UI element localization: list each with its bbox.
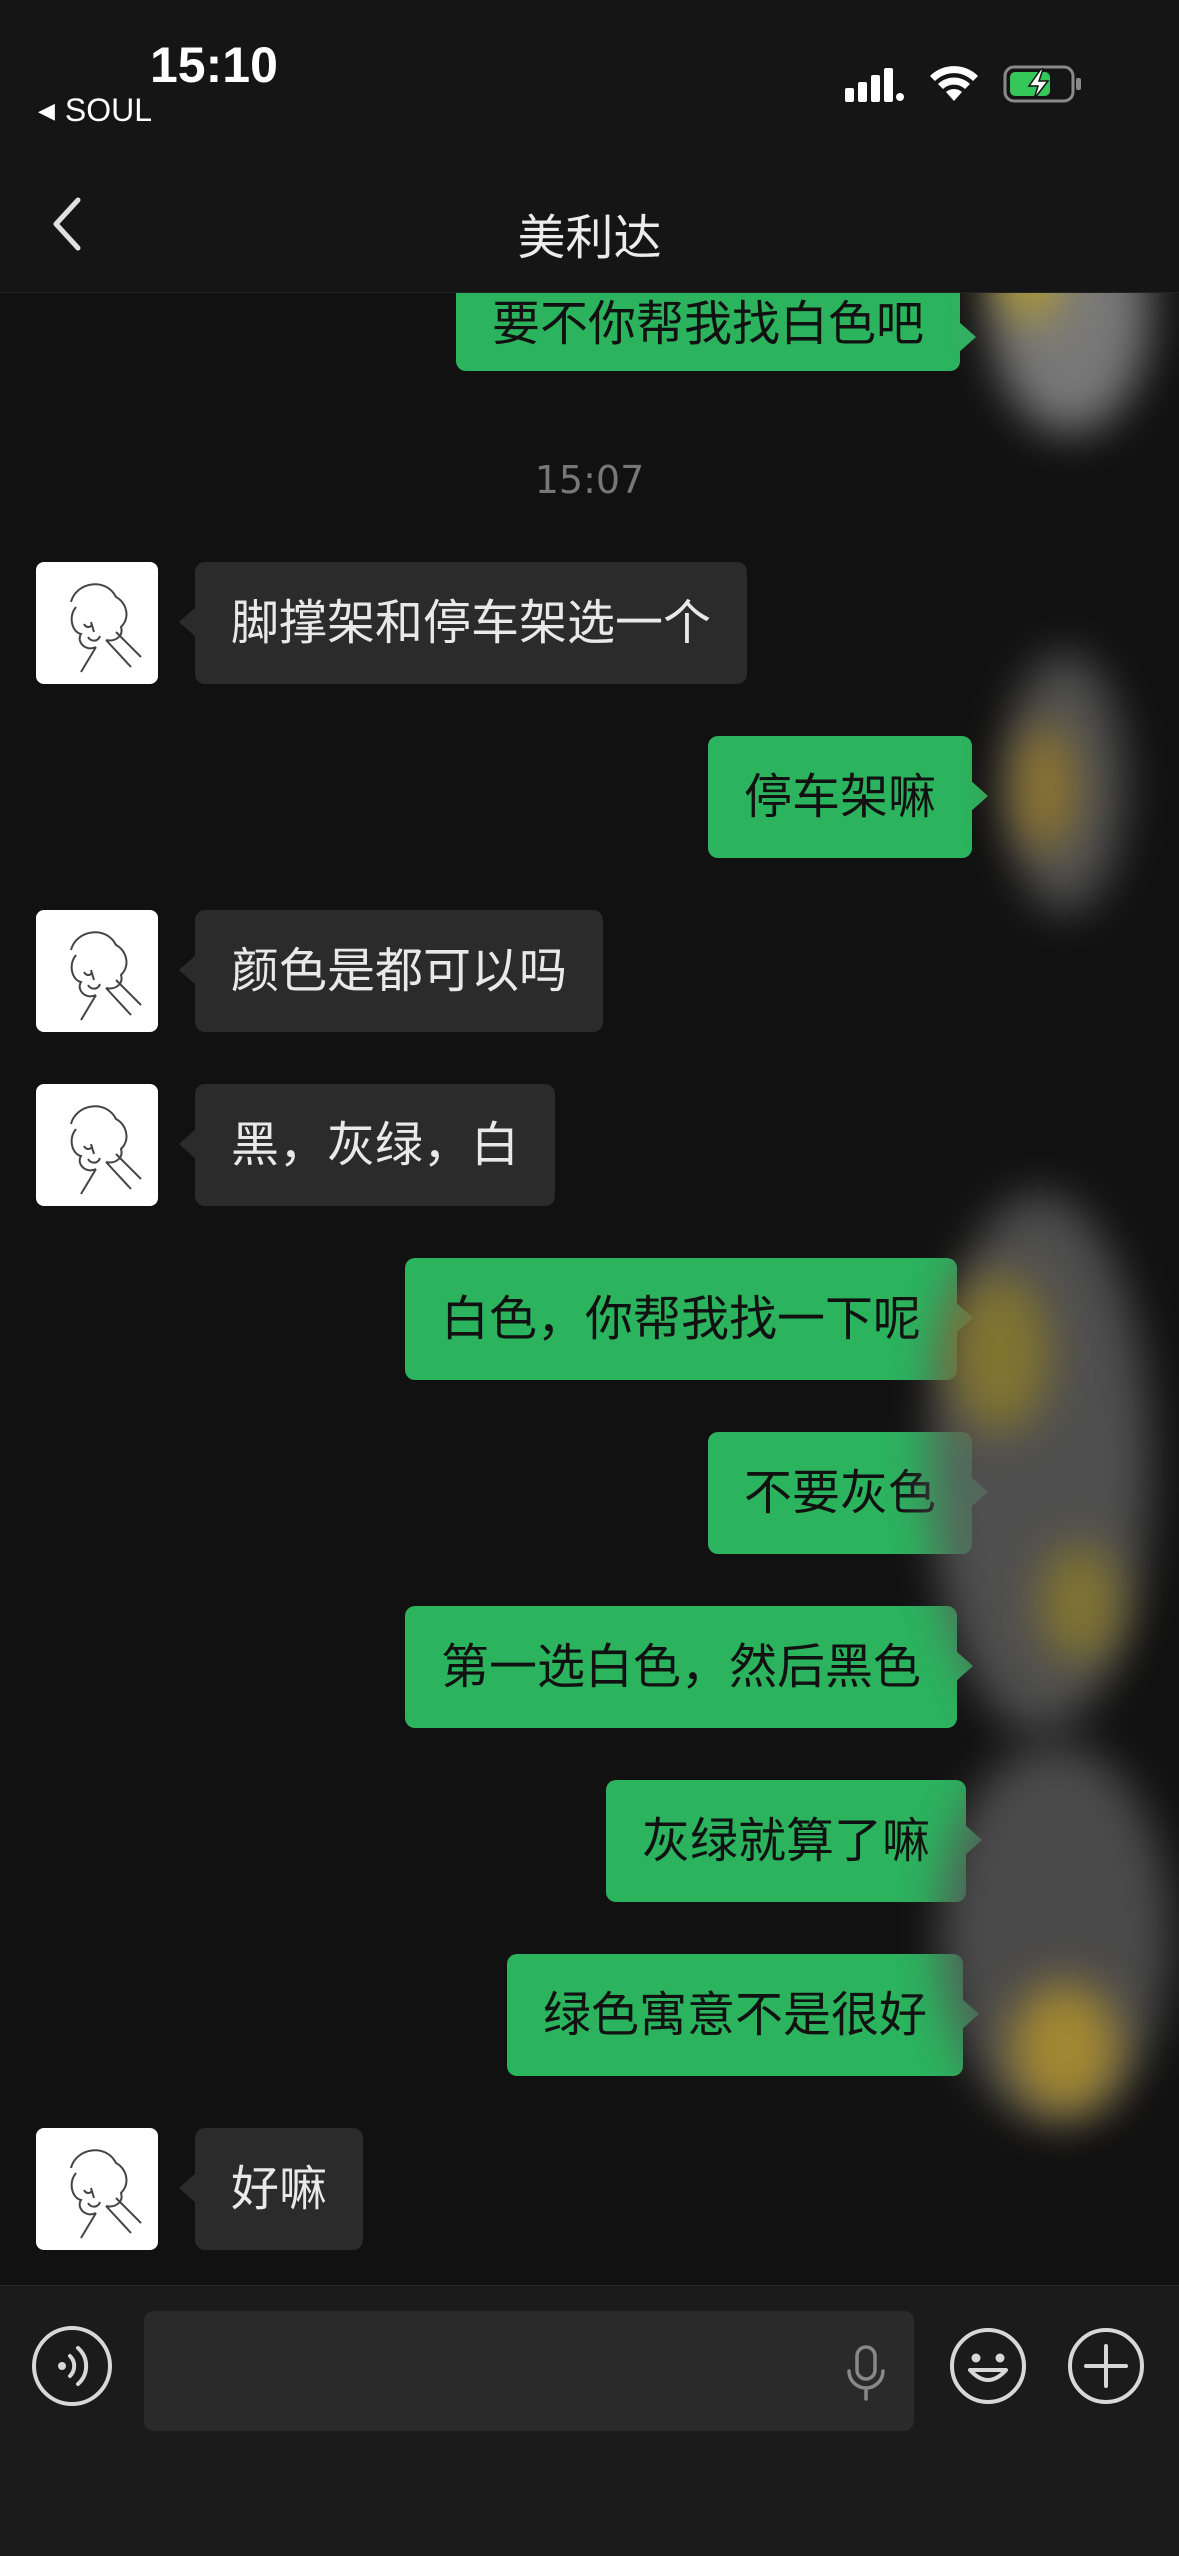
chat-title: 美利达	[517, 210, 662, 266]
contact-avatar[interactable]	[36, 562, 158, 684]
navigation-bar: 美利达	[0, 150, 1179, 293]
message-bubble-incoming[interactable]: 黑，灰绿，白	[178, 1084, 556, 1206]
contact-avatar[interactable]	[36, 910, 158, 1032]
message-bubble-incoming[interactable]: 好嘛	[178, 2128, 364, 2250]
voice-mode-icon	[58, 2346, 89, 2386]
message-bubble-outgoing[interactable]: 要不你帮我找白色吧	[456, 293, 977, 371]
sketch-avatar-image	[70, 583, 142, 673]
sketch-avatar-image	[70, 2149, 142, 2239]
back-to-app-label: SOUL	[64, 92, 153, 128]
status-time: 15:10	[150, 37, 278, 93]
message-bubble-outgoing[interactable]: 绿色寓意不是很好	[507, 1954, 980, 2076]
more-options-button[interactable]	[1066, 2326, 1146, 2406]
message-timestamp: 15:07	[534, 458, 645, 502]
microphone-icon[interactable]	[844, 2343, 888, 2403]
redaction-smudge	[1010, 1983, 1120, 2113]
cellular-signal-icon	[845, 68, 904, 102]
sketch-avatar-image	[70, 931, 142, 1021]
status-icons	[845, 64, 1083, 104]
battery-charging-icon	[1003, 65, 1081, 103]
message-input-bar	[0, 2285, 1179, 2556]
message-bubble-outgoing[interactable]: 白色，你帮我找一下呢	[405, 1258, 974, 1380]
message-text-input[interactable]	[144, 2311, 914, 2431]
back-triangle-icon: ◀	[38, 97, 55, 123]
emoji-button[interactable]	[948, 2326, 1028, 2406]
back-to-app-link[interactable]: ◀ SOUL	[38, 92, 152, 129]
message-bubble-outgoing[interactable]: 第一选白色，然后黑色	[405, 1606, 974, 1728]
contact-avatar[interactable]	[36, 1084, 158, 1206]
sketch-avatar-image	[70, 1105, 142, 1195]
emoji-icon	[950, 2328, 1026, 2404]
message-bubble-outgoing[interactable]: 灰绿就算了嘛	[606, 1780, 983, 1902]
message-list[interactable]: 要不你帮我找白色吧 15:07 脚撑架和停车架选一个 停车架嘛 颜色是都可以吗 …	[0, 293, 1179, 2285]
voice-mode-button[interactable]	[32, 2326, 112, 2406]
wifi-icon	[930, 66, 978, 101]
redaction-smudge	[930, 1193, 1150, 1733]
redaction-smudge	[950, 1273, 1050, 1433]
plus-icon	[1068, 2328, 1144, 2404]
contact-avatar[interactable]	[36, 2128, 158, 2250]
message-bubble-outgoing[interactable]: 停车架嘛	[708, 736, 989, 858]
chat-screen: 15:10 ◀ SOUL 美利达 要不你帮我找白色吧 15:07 脚撑架和停车架…	[0, 0, 1179, 2556]
message-bubble-incoming[interactable]: 颜色是都可以吗	[178, 910, 604, 1032]
redaction-smudge	[1015, 723, 1075, 853]
redaction-smudge	[1040, 1543, 1120, 1663]
status-bar: 15:10 ◀ SOUL	[0, 0, 1179, 150]
message-bubble-incoming[interactable]: 脚撑架和停车架选一个	[178, 562, 748, 684]
